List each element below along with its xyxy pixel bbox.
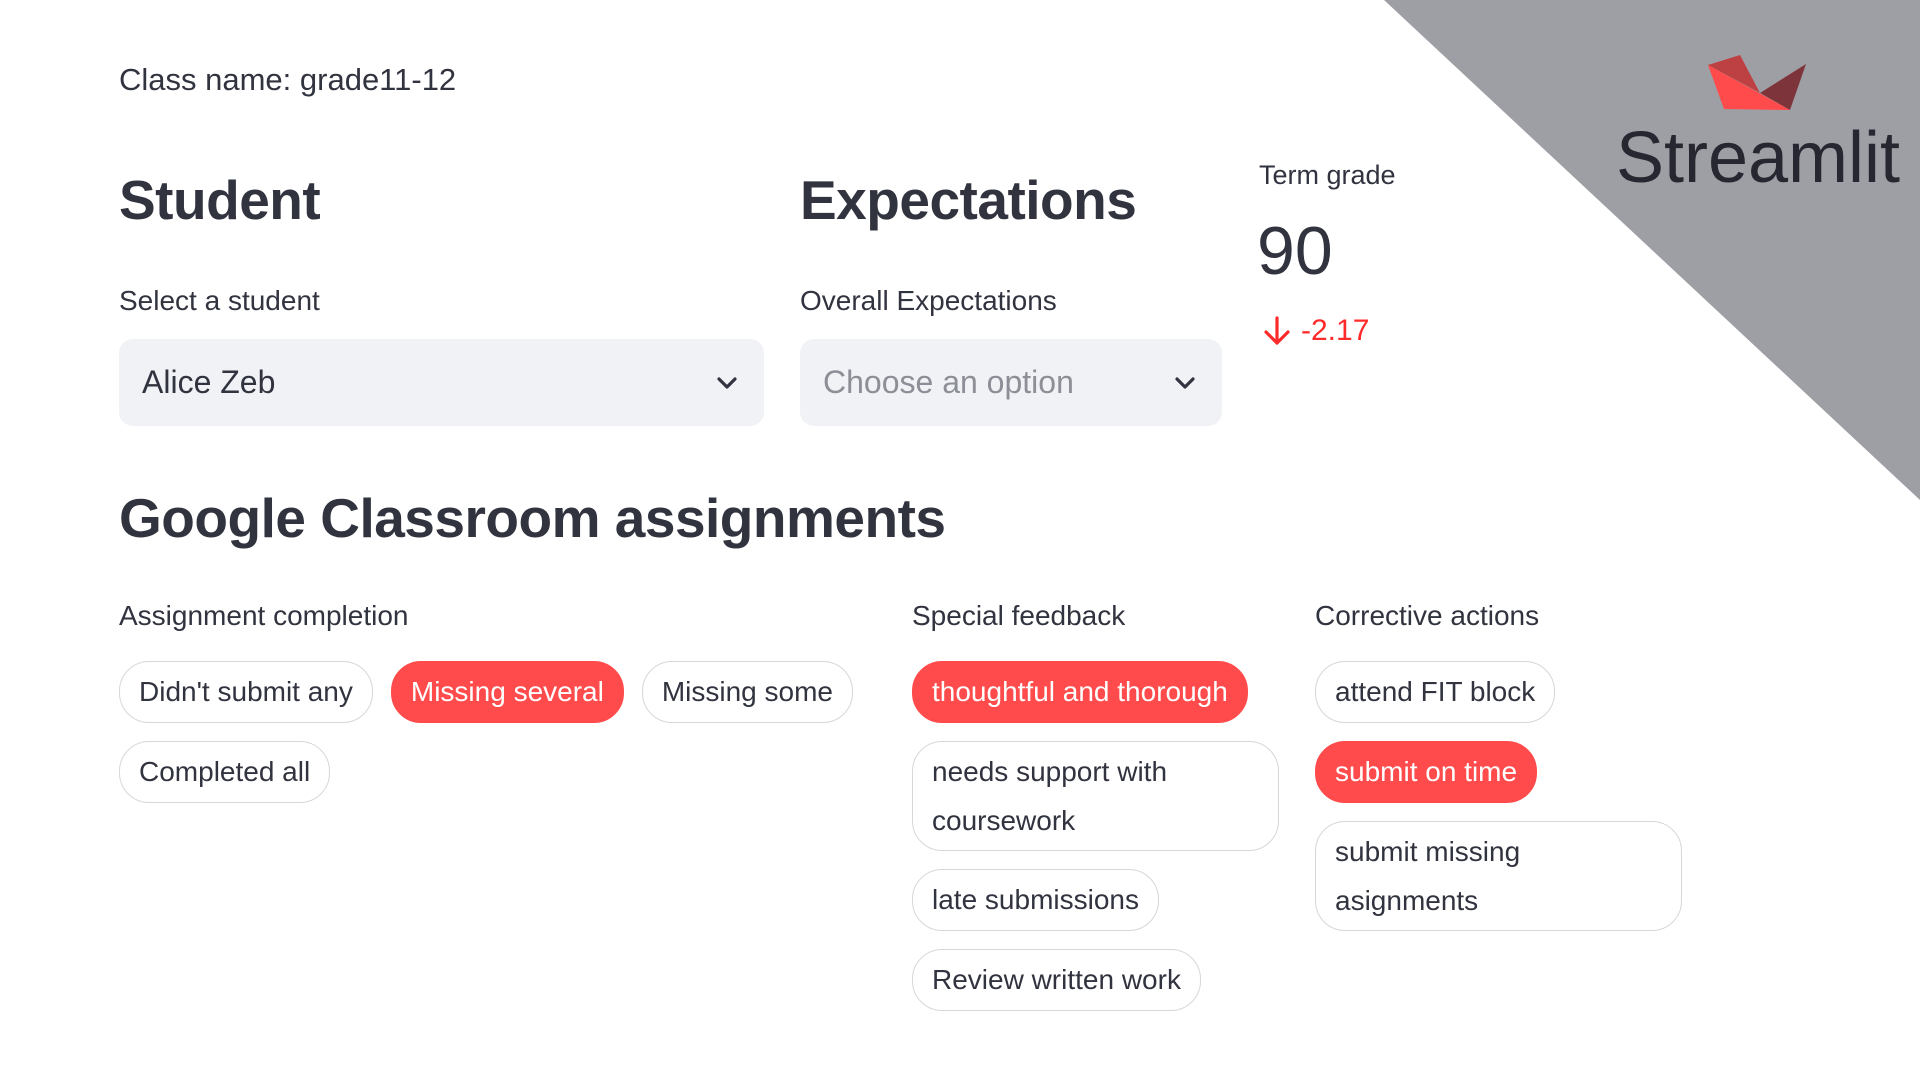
pill-submit-missing-assignments[interactable]: submit missing asignments [1315, 821, 1682, 931]
term-grade-delta: -2.17 [1263, 314, 1369, 348]
corrective-actions-pills: attend FIT block submit on time submit m… [1315, 661, 1695, 931]
overall-expectations-placeholder: Choose an option [823, 364, 1074, 400]
pill-submit-on-time[interactable]: submit on time [1315, 741, 1538, 803]
term-grade-value: 90 [1257, 213, 1333, 289]
term-grade-label: Term grade [1259, 160, 1396, 190]
streamlit-logo: Streamlit [1603, 55, 1913, 194]
pill-attend-fit-block[interactable]: attend FIT block [1315, 661, 1556, 723]
google-classroom-heading: Google Classroom assignments [119, 487, 946, 549]
corrective-actions-label: Corrective actions [1315, 600, 1540, 631]
pill-late-submissions[interactable]: late submissions [912, 869, 1159, 931]
pill-missing-several[interactable]: Missing several [390, 661, 624, 723]
pill-needs-support-with-coursework[interactable]: needs support with coursework [912, 741, 1279, 851]
assignment-completion-pills: Didn't submit any Missing several Missin… [119, 661, 879, 803]
chevron-down-icon [1170, 368, 1200, 398]
overall-expectations-label: Overall Expectations [800, 285, 1057, 316]
student-select-value: Alice Zeb [142, 364, 276, 400]
pill-missing-some[interactable]: Missing some [641, 661, 854, 723]
pill-thoughtful-and-thorough[interactable]: thoughtful and thorough [912, 661, 1248, 723]
special-feedback-label: Special feedback [912, 600, 1126, 631]
student-heading: Student [119, 169, 321, 231]
pill-didnt-submit-any[interactable]: Didn't submit any [119, 661, 373, 723]
term-grade-delta-value: -2.17 [1301, 314, 1370, 347]
pill-review-written-work[interactable]: Review written work [912, 949, 1201, 1011]
class-name-text: Class name: grade11-12 [119, 62, 457, 97]
special-feedback-pills: thoughtful and thorough needs support wi… [912, 661, 1292, 1011]
student-select[interactable]: Alice Zeb [119, 339, 764, 426]
streamlit-wordmark: Streamlit [1615, 118, 1901, 198]
overall-expectations-select[interactable]: Choose an option [800, 339, 1222, 426]
pill-completed-all[interactable]: Completed all [119, 741, 331, 803]
expectations-heading: Expectations [800, 169, 1137, 231]
arrow-down-icon [1264, 316, 1290, 345]
streamlit-crown-icon [1708, 55, 1806, 110]
chevron-down-icon [712, 368, 742, 398]
assignment-completion-label: Assignment completion [119, 600, 409, 631]
select-student-label: Select a student [119, 285, 320, 316]
